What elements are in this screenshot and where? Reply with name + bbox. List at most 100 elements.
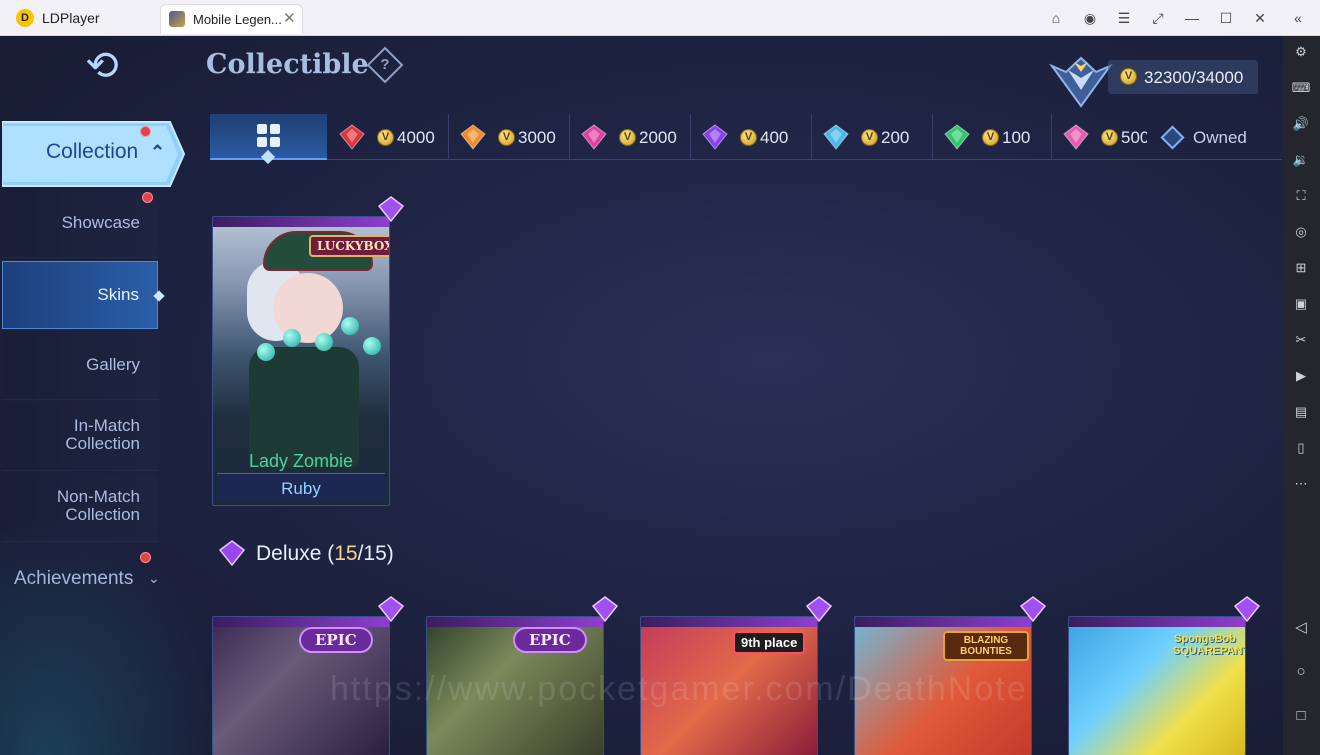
tab-price-2000[interactable]: V 2000 xyxy=(571,114,691,160)
skin-card[interactable]: SpongeBob SQUAREPANTS xyxy=(1068,616,1246,755)
active-indicator-icon xyxy=(153,290,165,302)
tab-price-4000[interactable]: V 4000 xyxy=(329,114,449,160)
volume-up-icon[interactable]: 🔊 xyxy=(1291,114,1311,134)
card-art xyxy=(315,333,333,351)
deluxe-close-paren: ) xyxy=(386,542,394,565)
more-icon[interactable]: ⋯ xyxy=(1291,474,1311,494)
android-back-icon[interactable]: ◁ xyxy=(1291,618,1311,638)
sidebar-item-achievements[interactable]: Achievements xyxy=(14,568,133,590)
screenshot-icon[interactable]: ⛶ xyxy=(1291,186,1311,206)
record-icon[interactable]: ▶ xyxy=(1291,366,1311,386)
sidebar-item-collection[interactable]: Collection ⌃ xyxy=(2,118,186,190)
collapse-sidebar-icon[interactable]: « xyxy=(1288,8,1308,28)
android-home-icon[interactable]: ○ xyxy=(1291,662,1311,682)
sidebar-item-in-match-collection[interactable]: In-Match Collection xyxy=(2,403,158,471)
volume-down-icon[interactable]: 🔉 xyxy=(1291,150,1311,170)
apk-icon[interactable]: ▣ xyxy=(1291,294,1311,314)
card-art xyxy=(341,317,359,335)
add-app-icon[interactable]: ⊞ xyxy=(1291,258,1311,278)
tab-price-500[interactable]: V 500 xyxy=(1053,114,1147,160)
tab-price-100[interactable]: V 100 xyxy=(934,114,1052,160)
page-title: Collectible xyxy=(206,49,369,80)
android-recents-icon[interactable]: □ xyxy=(1291,706,1311,726)
tab-price-label: 2000 xyxy=(639,128,677,147)
card-art xyxy=(363,337,381,355)
scissors-icon[interactable]: ✂ xyxy=(1291,330,1311,350)
sidebar-item-showcase[interactable]: Showcase xyxy=(2,192,158,258)
emulator-window: { "emulator": { "name": "LDPlayer", "tab… xyxy=(0,0,1320,755)
emulator-toolbar: ⚙ ⌨ 🔊 🔉 ⛶ ◎ ⊞ ▣ ✂ ▶ ▤ ▯ ⋯ ◁ ○ □ xyxy=(1283,36,1320,755)
account-icon[interactable]: ◉ xyxy=(1080,8,1100,28)
settings-icon[interactable]: ⚙ xyxy=(1291,42,1311,62)
skin-card-lady-zombie[interactable]: LUCKYBOX Lady Zombie Ruby xyxy=(212,216,390,506)
gift-icon[interactable]: ⌂ xyxy=(1046,8,1066,28)
event-logo: BLAZING BOUNTIES xyxy=(943,631,1029,661)
deluxe-gem-icon xyxy=(1020,596,1046,622)
pink-gem-icon xyxy=(581,124,607,150)
event-logo: SpongeBob SQUAREPANTS xyxy=(1173,633,1245,657)
chevron-up-icon: ⌃ xyxy=(150,142,166,162)
grid-icon xyxy=(257,124,281,148)
card-top-stripe xyxy=(213,617,389,627)
folder-icon[interactable]: ▤ xyxy=(1291,402,1311,422)
deluxe-total-count: 15 xyxy=(363,542,387,565)
minimize-icon[interactable]: — xyxy=(1182,8,1202,28)
location-icon[interactable]: ◎ xyxy=(1291,222,1311,242)
tab-price-200[interactable]: V 200 xyxy=(813,114,933,160)
menu-icon[interactable]: ☰ xyxy=(1114,8,1134,28)
sidebar-item-label: Showcase xyxy=(61,213,140,232)
coin-icon: V xyxy=(861,129,878,146)
tab-price-3000[interactable]: V 3000 xyxy=(450,114,570,160)
back-arrow-icon[interactable]: ⟲ xyxy=(42,44,162,92)
coin-icon: V xyxy=(740,129,757,146)
shake-icon[interactable]: ▯ xyxy=(1291,438,1311,458)
sidebar-item-gallery[interactable]: Gallery xyxy=(2,332,158,400)
tab-price-label: 100 xyxy=(1002,128,1031,147)
tab-price-label: 500 xyxy=(1121,128,1147,147)
coin-icon: V xyxy=(1101,129,1118,146)
epic-badge: EPIC xyxy=(513,627,587,653)
sidebar-item-skins[interactable]: Skins xyxy=(2,261,165,329)
notification-dot xyxy=(140,552,151,563)
sidebar-item-label: In-Match Collection xyxy=(65,416,140,453)
deluxe-gem-icon xyxy=(378,196,404,222)
sidebar-item-label: Collection xyxy=(46,140,139,163)
owned-filter-label[interactable]: Owned xyxy=(1193,128,1247,148)
tab-all[interactable] xyxy=(210,114,327,165)
tab-price-400[interactable]: V 400 xyxy=(692,114,812,160)
price-filter-bar: V 4000 V 3000 V 2000 V 400 V 200 V 100 V… xyxy=(210,114,1282,165)
card-top-stripe xyxy=(855,617,1031,627)
skin-tier: Ruby xyxy=(281,479,321,498)
help-glyph: ? xyxy=(380,56,390,73)
game-icon xyxy=(169,11,185,27)
green-gem-icon xyxy=(944,124,970,150)
sidebar-item-label: Skins xyxy=(97,285,139,304)
app-name: LDPlayer xyxy=(42,10,100,26)
tab-title: Mobile Legen... xyxy=(193,12,282,27)
coin-icon: V xyxy=(498,129,515,146)
game-screen: ⟲ Collectible ? V 32300/34000 Collection… xyxy=(0,36,1283,755)
skin-name: Lady Zombie xyxy=(248,451,354,471)
multicolor-gem-icon xyxy=(1063,124,1089,150)
deluxe-gem-icon xyxy=(219,540,245,566)
event-logo: 9th place xyxy=(733,631,806,654)
chevron-down-icon[interactable]: ⌄ xyxy=(148,570,160,587)
sidebar-item-label: Gallery xyxy=(86,355,140,374)
deluxe-gem-icon xyxy=(806,596,832,622)
tab-price-label: 3000 xyxy=(518,128,556,147)
tab-close-icon[interactable]: ✕ xyxy=(283,9,296,27)
keyboard-icon[interactable]: ⌨ xyxy=(1291,78,1311,98)
help-icon[interactable]: ? xyxy=(366,46,404,84)
close-icon[interactable]: ✕ xyxy=(1250,8,1270,28)
sidebar-item-non-match-collection[interactable]: Non-Match Collection xyxy=(2,474,158,542)
collection-coin-icon: V xyxy=(1120,68,1137,85)
blue-gem-icon xyxy=(823,124,849,150)
screen-rotate-icon[interactable]: ⤢ xyxy=(1148,8,1168,28)
card-top-stripe xyxy=(641,617,817,627)
emulator-title-bar: D LDPlayer Mobile Legen... ✕ ⌂ ◉ ☰ ⤢ — ☐… xyxy=(0,0,1320,36)
collection-points: V 32300/34000 xyxy=(1108,60,1258,94)
watermark: https://www.pocketgamer.com/DeathNote xyxy=(330,670,1028,708)
owned-filter-icon[interactable] xyxy=(1160,125,1185,150)
tab-mobile-legends[interactable]: Mobile Legen... ✕ xyxy=(160,4,303,34)
maximize-icon[interactable]: ☐ xyxy=(1216,8,1236,28)
